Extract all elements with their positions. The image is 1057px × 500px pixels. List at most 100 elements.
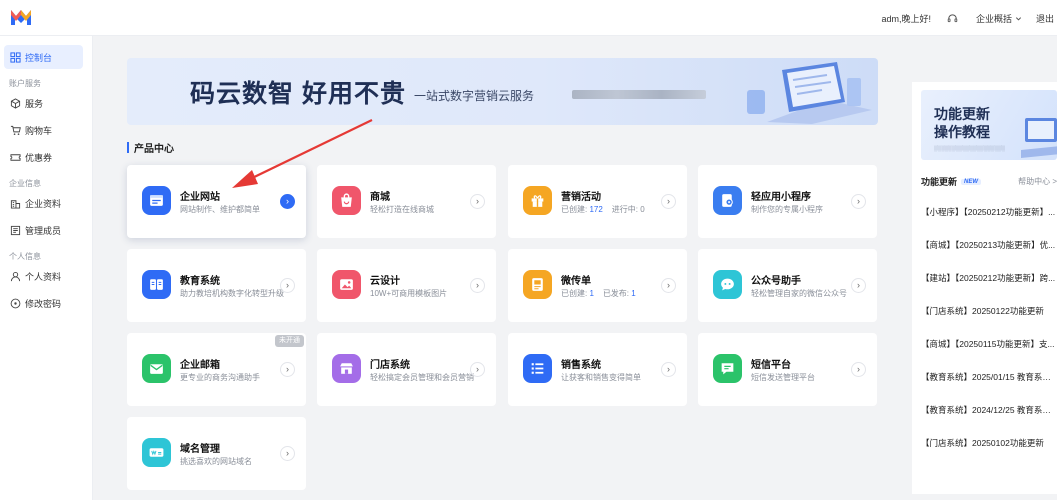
education-book-icon bbox=[142, 270, 171, 299]
chevron-right-icon[interactable]: › bbox=[851, 194, 866, 209]
sidebar-group-account: 账户服务 bbox=[9, 79, 41, 88]
sidebar-item-services[interactable]: 服务 bbox=[4, 91, 83, 115]
new-badge: NEW bbox=[961, 178, 982, 185]
sidebar-item-label: 企业资料 bbox=[25, 198, 62, 209]
annotation-arrow-icon bbox=[232, 119, 373, 188]
chevron-right-icon[interactable]: › bbox=[661, 278, 676, 293]
product-desc: 轻松搞定会员管理和会员营销 bbox=[370, 373, 474, 382]
company-overview-dropdown[interactable]: 企业概括 bbox=[976, 12, 1022, 25]
building-icon bbox=[10, 199, 21, 209]
sidebar-item-members[interactable]: 管理成员 bbox=[4, 218, 83, 242]
product-stats: 已创建: 1 已发布: 1 bbox=[561, 288, 636, 299]
promo-banner[interactable]: 码云数智 好用不贵 一站式数字营销云服务 bbox=[127, 58, 878, 125]
mail-icon bbox=[142, 354, 171, 383]
banner-headline: 码云数智 好用不贵 bbox=[190, 80, 406, 108]
product-card-education[interactable]: 教育系统 助力教培机构数字化转型升级 › bbox=[127, 249, 306, 322]
product-title: 微传单 bbox=[561, 276, 591, 287]
chevron-right-icon[interactable]: › bbox=[280, 446, 295, 461]
sidebar-item-change-password[interactable]: 修改密码 bbox=[4, 291, 83, 315]
chevron-right-icon[interactable]: › bbox=[661, 194, 676, 209]
news-item[interactable]: 【教育系统】2024/12/25 教育系统... bbox=[921, 404, 1057, 416]
product-title: 短信平台 bbox=[751, 360, 791, 371]
product-desc: 轻松打造在线商城 bbox=[370, 205, 434, 214]
image-design-icon bbox=[332, 270, 361, 299]
sidebar-item-cart[interactable]: 购物车 bbox=[4, 118, 83, 142]
chat-bubble-icon bbox=[713, 270, 742, 299]
brand-logo[interactable] bbox=[10, 8, 32, 26]
chevron-right-icon[interactable]: › bbox=[280, 362, 295, 377]
product-card-official-account[interactable]: 公众号助手 轻松管理自家的微信公众号 › bbox=[698, 249, 877, 322]
product-title: 企业网站 bbox=[180, 192, 220, 203]
sidebar-item-dashboard[interactable]: 控制台 bbox=[4, 45, 83, 69]
product-title: 域名管理 bbox=[180, 444, 220, 455]
product-desc: 短信发送管理平台 bbox=[751, 373, 815, 382]
section-title-bar bbox=[127, 141, 129, 153]
product-card-cloud-design[interactable]: 云设计 10W+可商用模板图片 › bbox=[317, 249, 496, 322]
coupon-icon bbox=[10, 153, 21, 161]
product-title: 公众号助手 bbox=[751, 276, 801, 287]
members-icon bbox=[10, 225, 21, 235]
product-card-sales-system[interactable]: 销售系统 让获客和销售变得简单 › bbox=[508, 333, 687, 406]
cart-icon bbox=[10, 125, 21, 135]
product-card-domain-management[interactable]: 域名管理 挑选喜欢的网站域名 › bbox=[127, 417, 306, 490]
product-desc: 网站制作、维护都简单 bbox=[180, 205, 260, 214]
news-item[interactable]: 【门店系统】20250102功能更新 bbox=[921, 437, 1057, 449]
product-desc: 轻松管理自家的微信公众号 bbox=[751, 289, 847, 298]
news-item[interactable]: 【教育系统】2025/01/15 教育系统... bbox=[921, 371, 1057, 383]
product-desc: 更专业的商务沟通助手 bbox=[180, 373, 260, 382]
chevron-right-icon[interactable]: › bbox=[470, 194, 485, 209]
news-item[interactable]: 【商城】【20250115功能更新】支... bbox=[921, 338, 1057, 350]
published-count: 1 bbox=[631, 289, 636, 298]
sidebar: 控制台 账户服务 服务 购物车 优惠券 企业信息 企业资料 管理成员 个人信息 … bbox=[0, 36, 93, 500]
chevron-right-icon[interactable]: › bbox=[280, 278, 295, 293]
banner-subline: 一站式数字营销云服务 bbox=[414, 89, 535, 103]
progress-count: 0 bbox=[640, 205, 645, 214]
chevron-right-icon[interactable]: › bbox=[470, 278, 485, 293]
website-icon bbox=[142, 186, 171, 215]
chevron-right-icon[interactable]: › bbox=[851, 362, 866, 377]
help-center-link[interactable]: 帮助中心 > bbox=[1018, 176, 1057, 187]
promo-fineprint-blur: ░░░░░░░░░░░░░░░░░░░░ bbox=[934, 146, 1005, 152]
news-item[interactable]: 【商城】【20250213功能更新】优... bbox=[921, 239, 1057, 251]
right-panel: 功能更新 操作教程 ░░░░░░░░░░░░░░░░░░░░ 功能更新 NEW … bbox=[912, 82, 1057, 494]
product-card-marketing[interactable]: 营销活动 已创建: 172 进行中: 0 › bbox=[508, 165, 687, 238]
chevron-right-icon[interactable]: › bbox=[851, 278, 866, 293]
product-title: 门店系统 bbox=[370, 360, 410, 371]
list-icon bbox=[523, 354, 552, 383]
chevron-right-icon[interactable]: › bbox=[661, 362, 676, 377]
created-label: 已创建: bbox=[561, 205, 588, 214]
sidebar-item-label: 个人资料 bbox=[25, 271, 62, 282]
sidebar-item-coupons[interactable]: 优惠券 bbox=[4, 145, 83, 169]
product-card-enterprise-email[interactable]: 未开通 企业邮箱 更专业的商务沟通助手 › bbox=[127, 333, 306, 406]
news-item[interactable]: 【小程序】【20250212功能更新】... bbox=[921, 206, 1057, 218]
chevron-right-icon[interactable]: › bbox=[280, 194, 295, 209]
product-card-sms-platform[interactable]: 短信平台 短信发送管理平台 › bbox=[698, 333, 877, 406]
created-count: 1 bbox=[589, 289, 594, 298]
support-headset-icon[interactable] bbox=[947, 13, 958, 24]
product-title: 云设计 bbox=[370, 276, 400, 287]
news-item[interactable]: 【建站】【20250212功能更新】跨... bbox=[921, 272, 1057, 284]
product-desc: 助力教培机构数字化转型升级 bbox=[180, 289, 284, 298]
company-overview-label: 企业概括 bbox=[975, 13, 1012, 24]
domain-www-icon bbox=[142, 438, 171, 467]
laptop-illustration-icon bbox=[747, 62, 872, 124]
sidebar-item-company-profile[interactable]: 企业资料 bbox=[4, 191, 83, 215]
product-desc: 10W+可商用模板图片 bbox=[370, 289, 448, 298]
sidebar-item-personal-profile[interactable]: 个人资料 bbox=[4, 264, 83, 288]
created-label: 已创建: bbox=[561, 289, 588, 298]
product-card-store-system[interactable]: 门店系统 轻松搞定会员管理和会员营销 › bbox=[317, 333, 496, 406]
chevron-right-icon[interactable]: › bbox=[470, 362, 485, 377]
product-title: 轻应用小程序 bbox=[751, 192, 811, 203]
updates-label: 功能更新 bbox=[921, 177, 958, 187]
sidebar-item-label: 控制台 bbox=[25, 52, 53, 63]
tutorial-promo-card[interactable]: 功能更新 操作教程 ░░░░░░░░░░░░░░░░░░░░ bbox=[921, 90, 1057, 160]
product-card-miniprogram[interactable]: 轻应用小程序 制作您的专属小程序 › bbox=[698, 165, 877, 238]
product-card-flyer[interactable]: 微传单 已创建: 1 已发布: 1 › bbox=[508, 249, 687, 322]
sidebar-item-label: 管理成员 bbox=[25, 225, 62, 236]
news-item[interactable]: 【门店系统】20250122功能更新 bbox=[921, 305, 1057, 317]
tutorial-illustration-icon bbox=[1021, 118, 1057, 158]
logout-link[interactable]: 退出 bbox=[1036, 12, 1054, 25]
product-title: 企业邮箱 bbox=[180, 360, 220, 371]
gift-icon bbox=[523, 186, 552, 215]
sidebar-group-personal: 个人信息 bbox=[9, 252, 41, 261]
